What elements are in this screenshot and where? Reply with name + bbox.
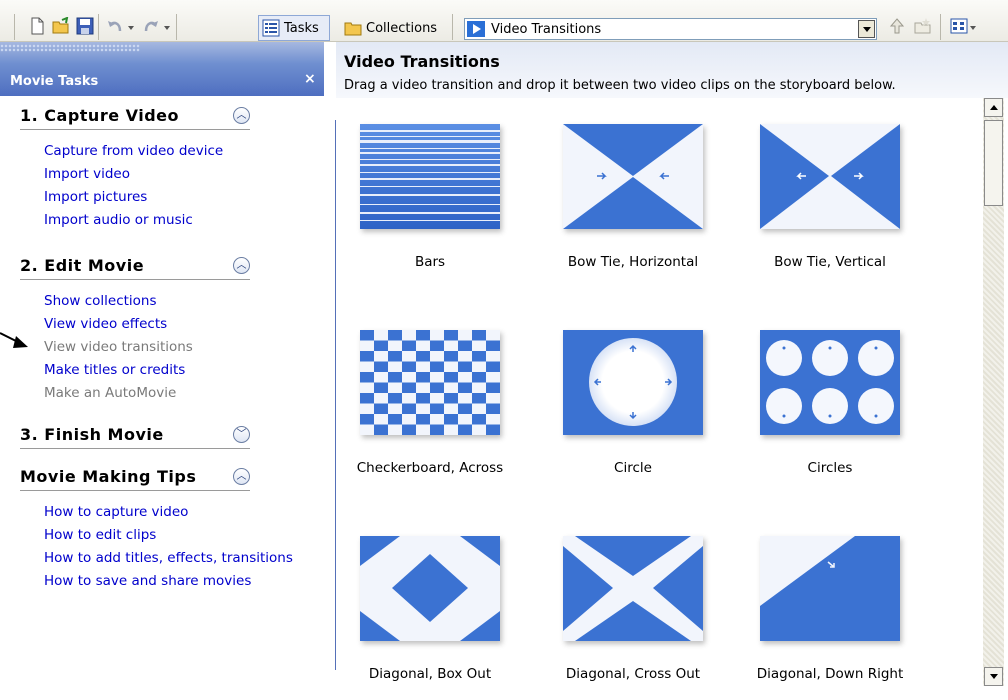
video-transitions-icon — [467, 21, 485, 37]
movie-tasks-title: Movie Tasks — [10, 74, 99, 89]
movie-tasks-pane: Movie Tasks × 1. Capture Video ︿ Capture… — [0, 42, 336, 686]
transition-tile-circles[interactable]: Circles — [736, 304, 936, 494]
transition-tile-diagonal-box-out[interactable]: Diagonal, Box Out — [336, 510, 536, 700]
vertical-scrollbar[interactable] — [983, 98, 1004, 686]
new-project-icon[interactable] — [28, 17, 46, 35]
chevron-up-icon[interactable]: ︿ — [233, 468, 250, 485]
collections-label: Collections — [366, 20, 438, 36]
page-title: Video Transitions — [344, 52, 500, 71]
undo-icon[interactable] — [106, 17, 124, 35]
section-capture-video: 1. Capture Video ︿ Capture from video de… — [20, 102, 250, 232]
toolbar: Tasks Collections Video Transitions — [0, 0, 1008, 42]
toolbar-separator — [14, 14, 15, 40]
transition-label: Bars — [414, 254, 446, 270]
transition-label: Diagonal, Box Out — [368, 666, 492, 682]
task-link[interactable]: Import audio or music — [44, 209, 250, 232]
bow-tie-vertical-thumbnail — [760, 124, 900, 229]
header-dots — [0, 44, 140, 52]
scroll-down-button[interactable] — [984, 667, 1003, 686]
circle-thumbnail — [563, 330, 703, 435]
task-link[interactable]: How to edit clips — [44, 524, 250, 547]
transition-tile-diagonal-cross-out[interactable]: Diagonal, Cross Out — [539, 510, 739, 700]
section-title: 1. Capture Video — [20, 106, 180, 125]
section-header[interactable]: 1. Capture Video ︿ — [20, 102, 250, 130]
section-finish-movie: 3. Finish Movie ﹀ — [20, 421, 250, 449]
toolbar-separator — [176, 14, 177, 40]
tasks-label: Tasks — [284, 20, 319, 36]
tasks-icon — [262, 19, 280, 37]
close-icon[interactable]: × — [304, 71, 316, 87]
section-movie-making-tips: Movie Making Tips ︿ How to capture video… — [20, 463, 293, 593]
task-link[interactable]: Show collections — [44, 290, 250, 313]
combobox-value: Video Transitions — [491, 21, 602, 37]
transition-tile-checkerboard-across[interactable]: Checkerboard, Across — [336, 304, 536, 494]
chevron-up-icon[interactable]: ︿ — [233, 107, 250, 124]
undo-dropdown-icon[interactable] — [128, 26, 134, 30]
bow-tie-horizontal-thumbnail — [563, 124, 703, 229]
transition-tile-bow-tie-vertical[interactable]: Bow Tie, Vertical — [736, 98, 936, 288]
chevron-down-icon[interactable]: ﹀ — [233, 426, 250, 443]
redo-dropdown-icon[interactable] — [164, 26, 170, 30]
views-icon[interactable] — [950, 17, 968, 35]
task-link-disabled: View video transitions — [44, 339, 193, 355]
redo-icon[interactable] — [142, 17, 160, 35]
pointer-arrow-icon — [0, 332, 28, 348]
task-link[interactable]: Capture from video device — [44, 140, 250, 163]
up-level-icon[interactable] — [888, 17, 906, 35]
transition-label: Bow Tie, Vertical — [774, 254, 886, 270]
transition-label: Circles — [807, 460, 853, 476]
task-link[interactable]: Import pictures — [44, 186, 250, 209]
content-header: Video Transitions Drag a video transitio… — [336, 42, 1008, 98]
diagonal-cross-out-thumbnail — [563, 536, 703, 641]
transition-tile-circle[interactable]: Circle — [539, 304, 739, 494]
section-title: 3. Finish Movie — [20, 425, 164, 444]
section-header[interactable]: 3. Finish Movie ﹀ — [20, 421, 250, 449]
scroll-thumb[interactable] — [984, 120, 1003, 206]
diagonal-box-out-thumbnail — [360, 536, 500, 641]
task-link[interactable]: How to add titles, effects, transitions — [44, 547, 293, 570]
chevron-up-icon[interactable]: ︿ — [233, 257, 250, 274]
transition-tile-diagonal-down-right[interactable]: Diagonal, Down Right — [736, 510, 936, 700]
section-header[interactable]: Movie Making Tips ︿ — [20, 463, 250, 491]
collections-button[interactable]: Collections — [344, 15, 437, 41]
movie-tasks-header: Movie Tasks × — [0, 42, 324, 96]
transition-label: Diagonal, Cross Out — [565, 666, 701, 682]
checkerboard-across-thumbnail — [360, 330, 500, 435]
task-link[interactable]: How to capture video — [44, 501, 250, 524]
transition-label: Checkerboard, Across — [356, 460, 504, 476]
section-title: Movie Making Tips — [20, 467, 197, 486]
section-edit-movie: 2. Edit Movie ︿ Show collections View vi… — [20, 252, 250, 405]
section-header[interactable]: 2. Edit Movie ︿ — [20, 252, 250, 280]
toolbar-separator — [940, 14, 941, 40]
transitions-grid: Bars Bow Tie, Horizontal Bow Tie, Vertic… — [336, 98, 983, 686]
transition-label: Bow Tie, Horizontal — [567, 254, 699, 270]
combobox-dropdown-button[interactable] — [858, 20, 875, 38]
save-project-icon[interactable] — [76, 17, 94, 35]
task-link-disabled: Make an AutoMovie — [44, 385, 177, 401]
toolbar-separator — [98, 14, 99, 40]
task-link[interactable]: View video effects — [44, 313, 250, 336]
section-title: 2. Edit Movie — [20, 256, 145, 275]
task-link[interactable]: How to save and share movies — [44, 570, 251, 593]
views-dropdown-icon[interactable] — [970, 26, 976, 30]
collections-combobox[interactable]: Video Transitions — [464, 18, 877, 40]
task-link[interactable]: Import video — [44, 163, 250, 186]
scroll-up-button[interactable] — [984, 98, 1003, 117]
folder-icon — [344, 22, 362, 36]
toolbar-separator — [452, 14, 453, 40]
tasks-button[interactable]: Tasks — [258, 15, 330, 41]
open-project-icon[interactable] — [52, 17, 70, 35]
circles-thumbnail — [760, 330, 900, 435]
transition-label: Diagonal, Down Right — [756, 666, 904, 682]
diagonal-down-right-thumbnail — [760, 536, 900, 641]
transition-tile-bars[interactable]: Bars — [336, 98, 536, 288]
page-subtitle: Drag a video transition and drop it betw… — [344, 78, 896, 93]
transition-label: Circle — [614, 460, 652, 476]
task-link[interactable]: Make titles or credits — [44, 359, 250, 382]
new-collection-folder-icon[interactable] — [914, 17, 932, 35]
transition-tile-bow-tie-horizontal[interactable]: Bow Tie, Horizontal — [539, 98, 739, 288]
bars-thumbnail — [360, 124, 500, 229]
